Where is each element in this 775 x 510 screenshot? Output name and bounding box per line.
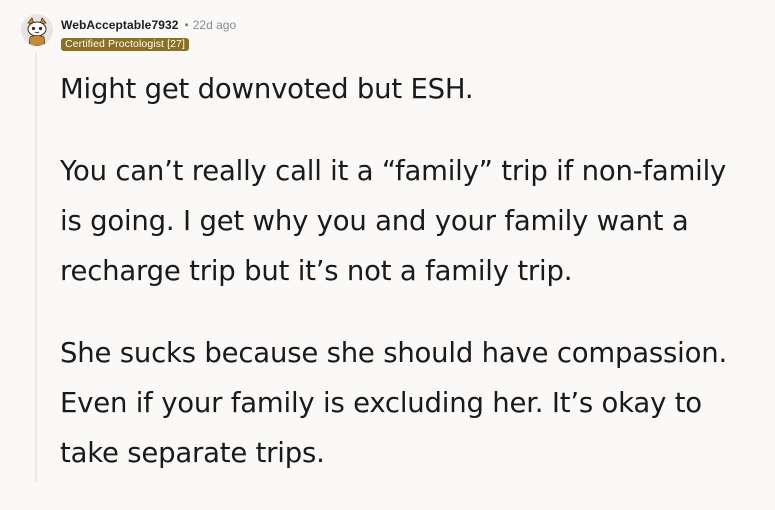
comment-body: Might get downvoted but ESH. You can’t r…	[60, 64, 760, 510]
username-link[interactable]: WebAcceptable7932	[61, 18, 179, 32]
comment-paragraph-2: You can’t really call it a “family” trip…	[60, 155, 727, 287]
comment-paragraph-3: She sucks because she should have compas…	[60, 337, 727, 469]
thread-line[interactable]	[35, 52, 37, 482]
separator-dot: •	[184, 17, 189, 32]
snoo-avatar-icon	[21, 14, 53, 46]
meta-row: WebAcceptable7932 • 22d ago	[61, 17, 236, 32]
avatar[interactable]	[21, 14, 53, 46]
comment-header: WebAcceptable7932 • 22d ago Certified Pr…	[61, 17, 236, 51]
timestamp[interactable]: 22d ago	[193, 18, 236, 32]
comment-paragraph-1: Might get downvoted but ESH.	[60, 73, 474, 105]
user-flair: Certified Proctologist [27]	[61, 38, 190, 51]
